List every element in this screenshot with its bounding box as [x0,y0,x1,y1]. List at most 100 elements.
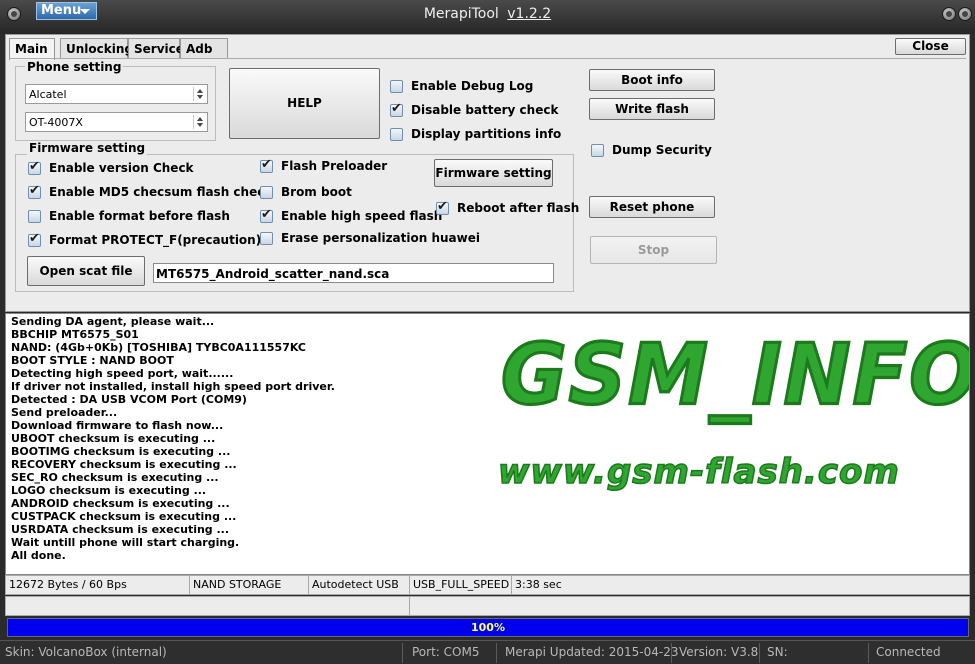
log-line: BOOTIMG checksum is executing ... [11,445,231,458]
status-row: 12672 Bytes / 60 Bps NAND STORAGE Autode… [5,575,970,595]
brand-select[interactable]: Alcatel [25,84,208,104]
disable-battery-checkbox[interactable]: Disable battery check [390,101,559,117]
log-line: SEC_RO checksum is executing ... [11,471,219,484]
erase-personalization-checkbox[interactable]: Erase personalization huawei [260,231,480,245]
checkbox-label: Reboot after flash [457,201,580,215]
log-line: ANDROID checksum is executing ... [11,497,230,510]
tab-main[interactable]: Main [9,38,55,60]
close-button[interactable]: Close [895,38,966,55]
title-bar: Menu MerapiTool v1.2.2 [0,0,975,34]
brom-boot-checkbox[interactable]: Brom boot [260,185,352,199]
spinner-icon[interactable] [193,115,205,129]
debug-log-checkbox[interactable]: Enable Debug Log [390,79,533,93]
write-flash-button[interactable]: Write flash [589,98,715,120]
minimize-icon[interactable] [942,7,956,21]
model-select[interactable]: OT-4007X [25,112,208,132]
divider [671,643,672,663]
window-title: MerapiTool v1.2.2 [0,6,975,22]
close-window-icon[interactable] [958,7,972,21]
log-line: NAND: (4Gb+0Kb) [TOSHIBA] TYBC0A111557KC [11,341,306,354]
checkbox-box[interactable] [28,183,41,199]
usb-status: Autodetect USB [309,576,410,594]
tab-adb[interactable]: Adb [180,38,228,59]
high-speed-flash-checkbox[interactable]: Enable high speed flash [260,207,443,223]
port-info: Port: COM5 [412,645,480,659]
md5-check-checkbox[interactable]: Enable MD5 checsum flash check [28,183,273,199]
checkbox-box[interactable] [28,231,41,247]
checkbox-box[interactable] [390,101,403,117]
connection-status: Connected [876,645,941,659]
time-status: 3:38 sec [515,578,562,591]
bottom-status-bar: Skin: VolcanoBox (internal) Port: COM5 M… [0,640,975,664]
stop-button[interactable]: Stop [590,236,717,264]
display-partitions-checkbox[interactable]: Display partitions info [390,127,561,141]
speed-status: USB_FULL_SPEED [410,576,512,594]
firmware-setting-button[interactable]: Firmware setting [434,159,553,187]
debug-log-label: Enable Debug Log [411,79,534,93]
disable-battery-label: Disable battery check [411,103,559,117]
checkbox-label: Enable high speed flash [281,209,443,223]
log-line: If driver not installed, install high sp… [11,380,335,393]
boot-info-button[interactable]: Boot info [589,69,715,91]
divider [868,643,869,663]
log-line: Detected : DA USB VCOM Port (COM9) [11,393,247,406]
spinner-icon[interactable] [193,87,205,101]
checkbox-box[interactable] [260,185,273,199]
updated-info: Merapi Updated: 2015-04-23 [505,645,679,659]
version-check-checkbox[interactable]: Enable version Check [28,159,194,175]
model-value: OT-4007X [29,116,83,129]
divider [496,643,497,663]
log-line: Wait untill phone will start charging. [11,536,240,549]
dump-security-label: Dump Security [612,143,712,157]
log-line: LOGO checksum is executing ... [11,484,207,497]
divider [402,643,403,663]
log-line: Download firmware to flash now... [11,419,224,432]
checkbox-label: Enable MD5 checsum flash check [49,185,273,199]
checkbox-box[interactable] [260,157,273,173]
tab-service[interactable]: Service [128,38,184,59]
scat-file-path-field[interactable]: MT6575_Android_scatter_nand.sca [153,263,554,283]
checkbox-label: Erase personalization huawei [281,231,480,245]
checkbox-label: Flash Preloader [281,159,388,173]
open-scat-file-button[interactable]: Open scat file [27,256,145,286]
checkbox-box[interactable] [591,143,604,157]
format-before-flash-checkbox[interactable]: Enable format before flash [28,209,230,223]
progress-bar: 100% [7,618,969,637]
log-line: Sending DA agent, please wait... [11,315,215,328]
checkbox-box[interactable] [260,207,273,223]
watermark-title: GSM_INFO [499,324,970,425]
dump-security-checkbox[interactable]: Dump Security [591,143,712,157]
checkbox-box[interactable] [28,159,41,175]
reboot-after-flash-checkbox[interactable]: Reboot after flash [436,199,580,215]
checkbox-label: Format PROTECT_F(precaution) [49,233,262,247]
format-protect-checkbox[interactable]: Format PROTECT_F(precaution) [28,231,262,247]
checkbox-label: Brom boot [281,185,352,199]
checkbox-box[interactable] [390,79,403,93]
log-line: BOOT STYLE : NAND BOOT [11,354,174,367]
phone-setting-title: Phone setting [25,60,124,74]
log-line: RECOVERY checksum is executing ... [11,458,237,471]
tab-divider [9,58,966,59]
checkbox-box[interactable] [260,231,273,245]
main-panel: Main Unlocking Service Adb Close Phone s… [5,34,970,312]
help-button[interactable]: HELP [229,68,380,139]
log-line: Send preloader... [11,406,118,419]
app-name: MerapiTool [423,6,499,22]
checkbox-box[interactable] [390,127,403,141]
log-line: UBOOT checksum is executing ... [11,432,216,445]
log-output[interactable]: Sending DA agent, please wait... BBCHIP … [5,313,970,575]
brand-value: Alcatel [29,88,67,101]
reset-phone-button[interactable]: Reset phone [589,196,715,218]
checkbox-box[interactable] [28,209,41,223]
checkbox-box[interactable] [436,199,449,215]
skin-info: Skin: VolcanoBox (internal) [5,645,167,659]
firmware-setting-title: Firmware setting [27,141,148,155]
app-version[interactable]: v1.2.2 [507,6,551,22]
storage-status: NAND STORAGE [190,576,309,594]
tab-unlocking[interactable]: Unlocking [60,38,133,59]
log-line: BBCHIP MT6575_S01 [11,328,139,341]
checkbox-label: Enable format before flash [49,209,230,223]
log-line: All done. [11,549,66,562]
log-line: Detecting high speed port, wait...... [11,367,234,380]
flash-preloader-checkbox[interactable]: Flash Preloader [260,157,388,173]
